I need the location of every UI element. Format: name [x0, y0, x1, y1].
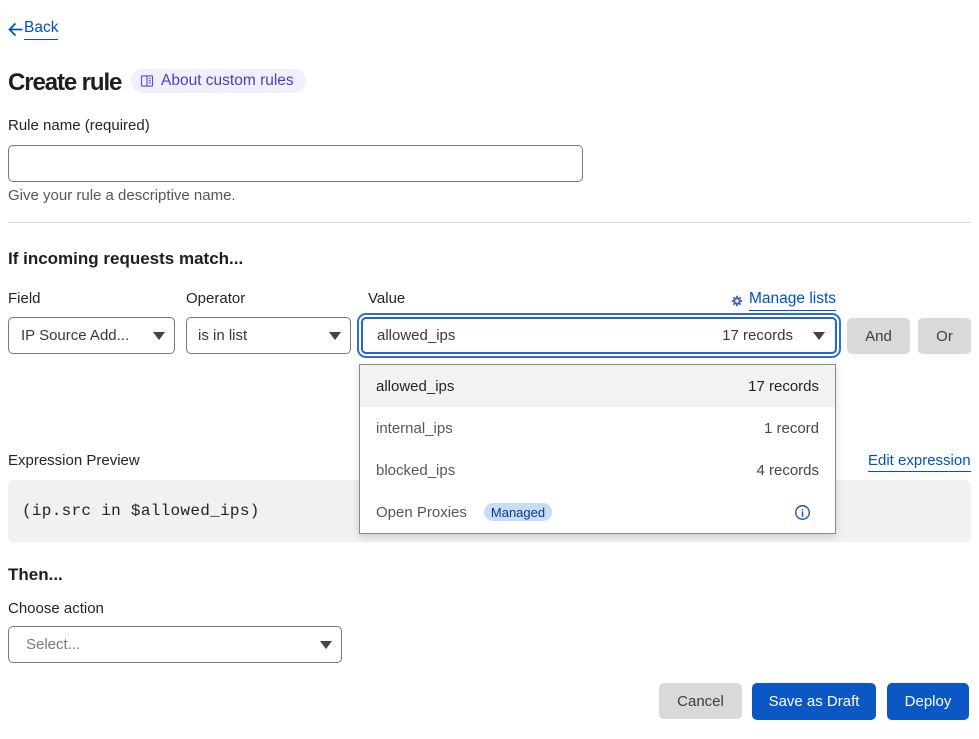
svg-text:i: i: [801, 507, 804, 519]
